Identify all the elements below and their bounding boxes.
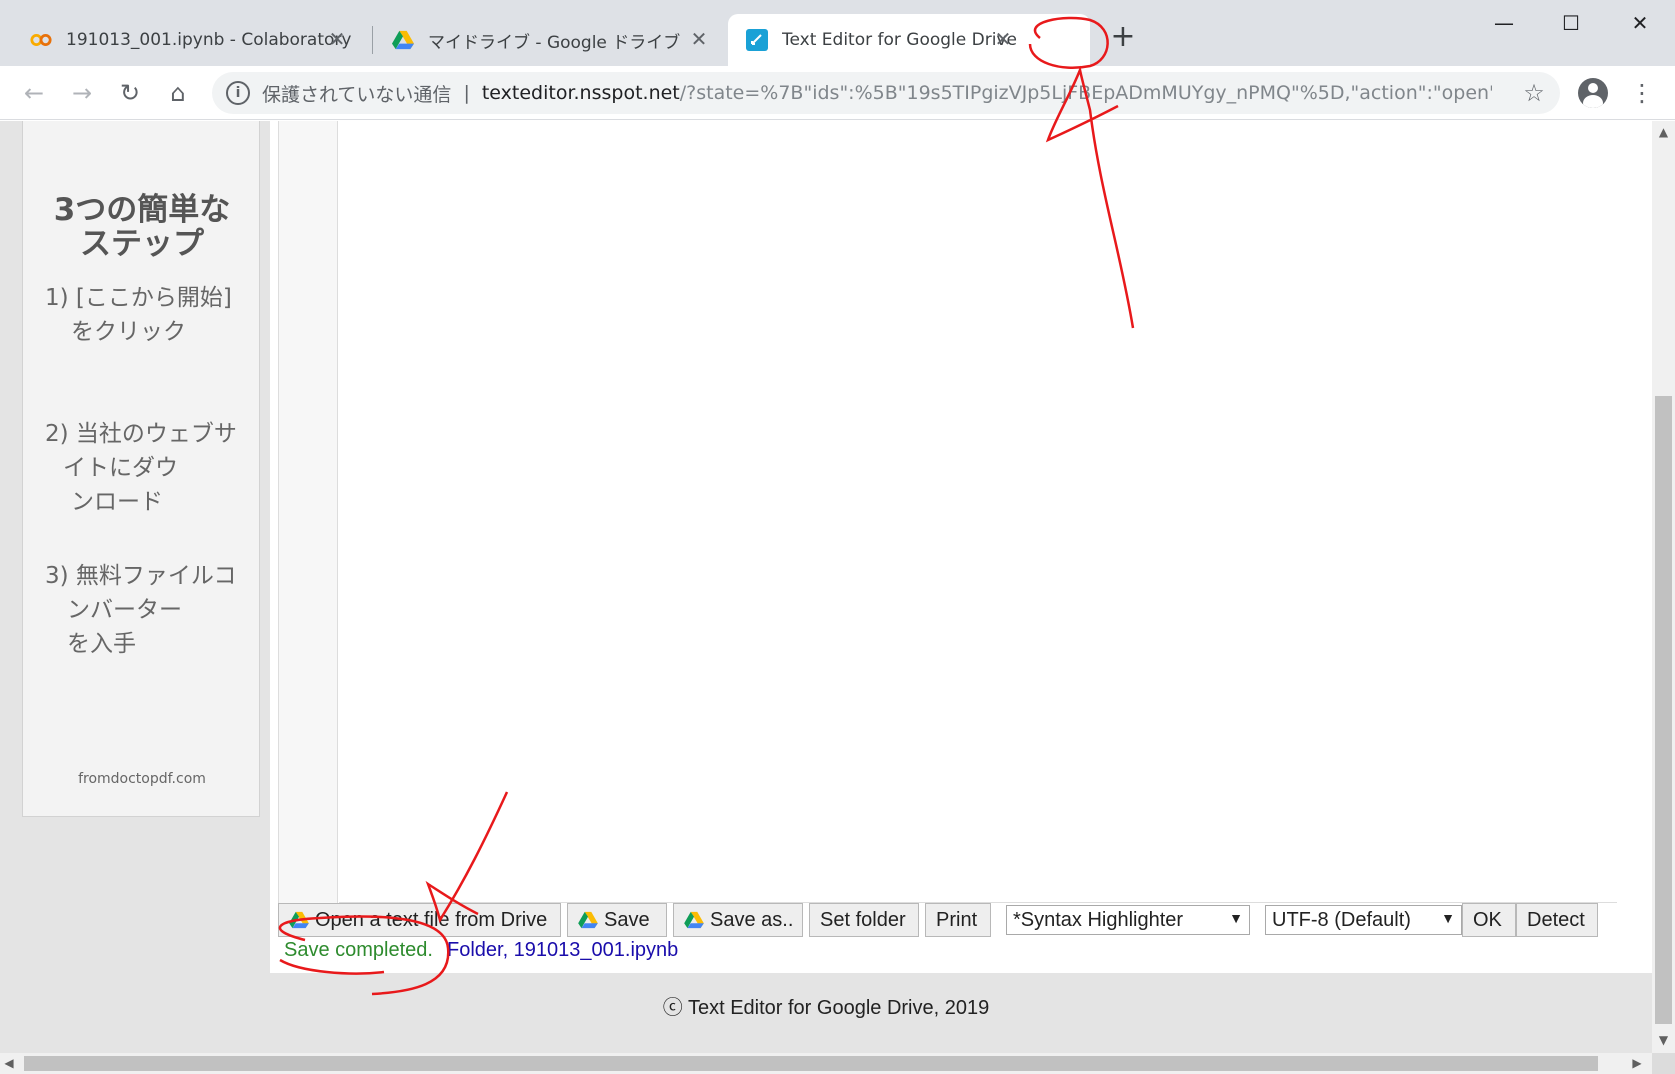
select-value: *Syntax Highlighter: [1013, 908, 1184, 931]
colab-icon: [30, 29, 52, 51]
url-text[interactable]: texteditor.nsspot.net/?state=%7B"ids":%5…: [482, 82, 1492, 104]
maximize-icon[interactable]: ☐: [1551, 8, 1591, 38]
ad-step-3: 3) 無料ファイルコ ンバーター を入手: [45, 559, 245, 661]
ad-footer: fromdoctopdf.com: [78, 771, 206, 787]
close-tab-icon[interactable]: ✕: [326, 28, 348, 50]
button-label: Save as..: [710, 908, 794, 931]
url-path: /?state=%7B"ids":%5B"19s5TIPgizVJp5LjFBE…: [679, 82, 1492, 104]
ad-title: 3つの簡単な ステップ: [23, 193, 261, 261]
window-close-icon[interactable]: ✕: [1620, 8, 1660, 38]
scroll-right-arrow-icon[interactable]: ▶: [1630, 1056, 1644, 1070]
home-icon[interactable]: ⌂: [160, 75, 196, 111]
ad-step-text: ンロード: [71, 489, 163, 515]
ad-banner[interactable]: 3つの簡単な ステップ 1) [ここから開始] をクリック 2) 当社のウェブサ…: [22, 121, 260, 817]
kebab-menu-icon[interactable]: ⋮: [1630, 75, 1654, 111]
ad-step-text: 2) 当社のウェブサ: [45, 421, 237, 447]
set-folder-button[interactable]: Set folder: [809, 903, 919, 937]
select-value: UTF-8 (Default): [1272, 908, 1411, 931]
close-tab-icon[interactable]: ✕: [688, 28, 710, 50]
google-drive-icon: [289, 911, 309, 929]
tab-text-editor[interactable]: Text Editor for Google Drive ✕: [728, 14, 1090, 66]
open-from-drive-button[interactable]: Open a text file from Drive: [278, 903, 561, 937]
back-arrow-icon[interactable]: ←: [16, 75, 52, 111]
ad-step-text: 1) [ここから開始]: [45, 285, 232, 311]
new-tab-plus-icon[interactable]: +: [1108, 22, 1138, 52]
encoding-select[interactable]: UTF-8 (Default) ▼: [1265, 905, 1462, 935]
tab-colab[interactable]: 191013_001.ipynb - Colaboratory ✕: [0, 14, 362, 66]
page-footer: ⓒ Text Editor for Google Drive, 2019: [662, 997, 990, 1019]
dropdown-arrow-icon: ▼: [1229, 910, 1243, 926]
security-label: 保護されていない通信: [262, 83, 452, 106]
button-label: Print: [936, 908, 978, 931]
google-drive-icon: [684, 911, 704, 929]
status-line: Save completed. Folder, 191013_001.ipynb: [284, 939, 678, 962]
vertical-scrollbar[interactable]: ▲ ▼: [1652, 121, 1675, 1053]
profile-avatar-icon[interactable]: [1578, 78, 1608, 108]
ad-step-text: イトにダウ: [63, 455, 178, 481]
file-folder-link[interactable]: Folder, 191013_001.ipynb: [447, 939, 678, 961]
text-editor-area[interactable]: [339, 121, 1617, 903]
print-button[interactable]: Print: [925, 903, 991, 937]
google-drive-icon: [392, 29, 414, 51]
detect-button[interactable]: Detect: [1516, 903, 1598, 937]
scroll-thumb[interactable]: [1655, 396, 1672, 1024]
minimize-icon[interactable]: —: [1484, 8, 1524, 38]
button-label: Open a text file from Drive: [315, 908, 548, 931]
button-label: Save: [604, 908, 650, 931]
tab-title: マイドライブ - Google ドライブ: [428, 32, 681, 53]
scroll-up-arrow-icon[interactable]: ▲: [1652, 125, 1675, 139]
button-label: Set folder: [820, 908, 906, 931]
ad-step-text: をクリック: [71, 319, 186, 345]
tab-title: Text Editor for Google Drive: [782, 30, 1017, 50]
address-divider: |: [463, 82, 470, 104]
page-content: 3つの簡単な ステップ 1) [ここから開始] をクリック 2) 当社のウェブサ…: [0, 121, 1652, 1053]
save-status: Save completed.: [284, 939, 433, 961]
dropdown-arrow-icon: ▼: [1441, 910, 1455, 926]
ok-button[interactable]: OK: [1462, 903, 1516, 937]
address-bar[interactable]: i 保護されていない通信 | texteditor.nsspot.net/?st…: [212, 72, 1560, 114]
button-label: OK: [1473, 908, 1502, 931]
bookmark-star-icon[interactable]: ☆: [1520, 79, 1548, 107]
save-button[interactable]: Save: [567, 903, 667, 937]
button-label: Detect: [1527, 908, 1585, 931]
info-icon[interactable]: i: [226, 81, 250, 105]
ad-step-2: 2) 当社のウェブサ イトにダウ ンロード: [45, 417, 245, 519]
tab-title: 191013_001.ipynb - Colaboratory: [66, 30, 352, 50]
ad-step-text: 3) 無料ファイルコ: [45, 563, 237, 589]
syntax-highlighter-select[interactable]: *Syntax Highlighter ▼: [1006, 905, 1250, 935]
ad-step-text: を入手: [67, 631, 136, 657]
reload-icon[interactable]: ↻: [112, 75, 148, 111]
ad-title-line: 3つの簡単な: [53, 192, 231, 228]
ad-step-text: ンバーター: [67, 597, 182, 623]
text-editor-icon: [746, 29, 768, 51]
url-host: texteditor.nsspot.net: [481, 82, 680, 104]
editor-panel: Open a text file from Drive Save Save as…: [270, 121, 1652, 973]
browser-toolbar: ← → ↻ ⌂ i 保護されていない通信 | texteditor.nsspot…: [0, 66, 1675, 120]
google-drive-icon: [578, 911, 598, 929]
scrollbar-corner: [1652, 1053, 1675, 1074]
tab-google-drive[interactable]: マイドライブ - Google ドライブ ✕: [362, 14, 724, 66]
horizontal-scrollbar[interactable]: ◀ ▶: [0, 1053, 1652, 1074]
close-tab-icon[interactable]: ✕: [992, 28, 1014, 50]
ad-step-1: 1) [ここから開始] をクリック: [45, 281, 245, 349]
tab-strip: 191013_001.ipynb - Colaboratory ✕ マイドライブ…: [0, 0, 1675, 66]
ad-title-line: ステップ: [80, 226, 204, 262]
scroll-down-arrow-icon[interactable]: ▼: [1652, 1033, 1675, 1047]
line-number-gutter: [278, 121, 338, 903]
scroll-left-arrow-icon[interactable]: ◀: [2, 1056, 16, 1070]
scroll-thumb[interactable]: [24, 1056, 1598, 1071]
save-as-button[interactable]: Save as..: [673, 903, 803, 937]
forward-arrow-icon[interactable]: →: [64, 75, 100, 111]
